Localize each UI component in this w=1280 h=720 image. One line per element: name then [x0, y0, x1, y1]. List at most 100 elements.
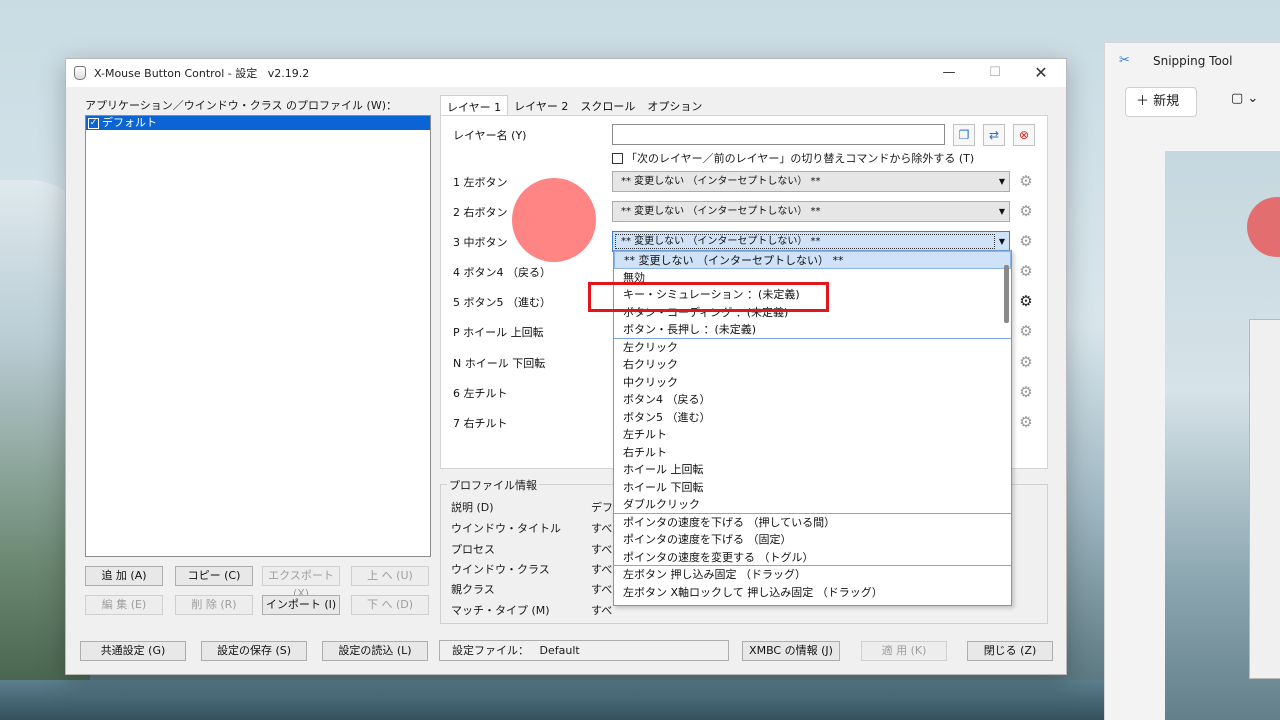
mouse-icon: [74, 66, 86, 80]
info-value-window-class: すべ: [591, 563, 613, 576]
dropdown-item[interactable]: 中クリック: [614, 374, 1011, 392]
checkbox-icon[interactable]: ✓: [88, 117, 99, 129]
edit-button[interactable]: 編 集 (E): [85, 595, 163, 615]
info-value-parent-class: すべ: [591, 583, 613, 596]
right-button-label: 2 右ボタン: [453, 206, 508, 219]
info-label-parent-class: 親クラス: [451, 583, 495, 596]
import-button[interactable]: インポート (I): [262, 595, 340, 615]
dropdown-item[interactable]: ホイール 下回転: [614, 479, 1011, 497]
exclude-layer-checkbox[interactable]: 「次のレイヤー／前のレイヤー」の切り替えコマンドから除外する (T): [612, 150, 974, 166]
close-button[interactable]: 閉じる (Z): [967, 641, 1053, 661]
layer-name-input[interactable]: [612, 124, 945, 145]
apply-button[interactable]: 適 用 (K): [861, 641, 947, 661]
gear-icon[interactable]: ⚙: [1017, 202, 1035, 220]
copy-layer-icon[interactable]: ❐: [953, 124, 975, 146]
info-label-window-title: ウインドウ・タイトル: [451, 522, 561, 535]
new-snip-button[interactable]: ＋ 新規: [1125, 87, 1197, 117]
dropdown-item[interactable]: ボタン・長押し ：(未定義): [614, 321, 1011, 339]
info-label-description: 説明 (D): [451, 501, 494, 514]
middle-button-label: 3 中ボタン: [453, 236, 508, 249]
profile-list[interactable]: ✓ デフォルト: [85, 115, 431, 557]
dropdown-scrollbar[interactable]: [1004, 265, 1009, 323]
clear-layer-icon[interactable]: ⊗: [1013, 124, 1035, 146]
dropdown-item[interactable]: ボタン5 （進む）: [614, 409, 1011, 427]
save-settings-button[interactable]: 設定の保存 (S): [201, 641, 307, 661]
chevron-down-icon: ▼: [998, 207, 1005, 216]
profile-label: デフォルト: [102, 116, 157, 129]
info-value-process: すべ: [591, 543, 613, 556]
dropdown-item[interactable]: ポインタの速度を変更する （トグル）: [614, 549, 1011, 566]
tab-layer1[interactable]: レイヤー 1: [440, 95, 509, 115]
focus-rect: [615, 234, 995, 249]
add-button[interactable]: 追 加 (A): [85, 566, 163, 586]
maximize-button[interactable]: ☐: [972, 63, 1018, 85]
dropdown-item[interactable]: ** 変更しない （インターセプトしない） **: [614, 251, 1011, 269]
exclude-layer-label: 「次のレイヤー／前のレイヤー」の切り替えコマンドから除外する (T): [626, 152, 975, 165]
left-button-combo[interactable]: ** 変更しない （インターセプトしない） ** ▼: [612, 171, 1010, 192]
delete-button[interactable]: 削 除 (R): [175, 595, 253, 615]
export-button[interactable]: エクスポート (X): [262, 566, 340, 600]
settings-file-field: 設定ファイル： Default: [439, 640, 729, 661]
tab-scroll[interactable]: スクロール: [574, 95, 641, 115]
dropdown-item[interactable]: 左ボタン X軸ロックして 押し込み固定 （ドラッグ）: [614, 584, 1011, 602]
common-settings-button[interactable]: 共通設定 (G): [80, 641, 186, 661]
checkbox-box[interactable]: [612, 152, 623, 164]
close-window-button[interactable]: ✕: [1018, 63, 1064, 85]
dropdown-item[interactable]: 左ボタン 押し込み固定 （ドラッグ）: [614, 566, 1011, 584]
dropdown-item[interactable]: 左クリック: [614, 339, 1011, 357]
button5-label: 5 ボタン5 （進む）: [453, 296, 551, 309]
tab-options[interactable]: オプション: [641, 95, 708, 115]
move-up-button[interactable]: 上 へ (U): [351, 566, 429, 586]
copy-button[interactable]: コピー (C): [175, 566, 253, 586]
window-title: X-Mouse Button Control - 設定 v2.19.2: [94, 65, 309, 81]
middle-button-combo[interactable]: ** 変更しない （インターセプトしない） ** ▼: [612, 231, 1010, 252]
window-title-text: X-Mouse Button Control - 設定: [94, 67, 258, 80]
gear-icon[interactable]: ⚙: [1017, 353, 1035, 371]
move-down-button[interactable]: 下 へ (D): [351, 595, 429, 615]
chevron-down-icon: ▼: [998, 177, 1005, 186]
tilt-right-label: 7 右チルト: [453, 417, 508, 430]
info-value-window-title: すべ: [591, 522, 613, 535]
snip-mode-dropdown[interactable]: ▢ ⌄: [1231, 91, 1258, 106]
right-button-value: ** 変更しない （インターセプトしない） **: [621, 206, 821, 217]
info-label-match-type: マッチ・タイプ (M): [451, 604, 550, 617]
settings-file-label: 設定ファイル：: [452, 644, 529, 657]
gear-icon[interactable]: ⚙: [1017, 262, 1035, 280]
swap-layer-icon[interactable]: ⇄: [983, 124, 1005, 146]
gear-icon[interactable]: ⚙: [1017, 413, 1035, 431]
dropdown-item[interactable]: ポインタの速度を下げる （押している間）: [614, 514, 1011, 532]
cursor-highlight: [512, 178, 596, 262]
snip-preview-window: [1249, 319, 1280, 679]
dropdown-item[interactable]: 右クリック: [614, 356, 1011, 374]
minimize-button[interactable]: —: [926, 63, 972, 85]
profile-info-legend: プロファイル情報: [447, 477, 539, 493]
gear-icon[interactable]: ⚙: [1017, 322, 1035, 340]
title-bar[interactable]: X-Mouse Button Control - 設定 v2.19.2 — ☐ …: [66, 59, 1066, 87]
about-button[interactable]: XMBC の情報 (J): [742, 641, 840, 661]
dropdown-item[interactable]: 左チルト: [614, 426, 1011, 444]
scissors-icon: ✂: [1119, 53, 1130, 68]
tab-layer2[interactable]: レイヤー 2: [508, 95, 574, 115]
wheel-down-label: N ホイール 下回転: [453, 357, 546, 370]
dropdown-item[interactable]: ホイール 上回転: [614, 461, 1011, 479]
info-value-description: デフ: [591, 501, 613, 514]
list-item[interactable]: ✓ デフォルト: [86, 116, 430, 130]
dropdown-item[interactable]: ダブルクリック: [614, 496, 1011, 514]
info-value-match-type: すべ: [591, 604, 613, 617]
gear-icon[interactable]: ⚙: [1017, 172, 1035, 190]
gear-icon[interactable]: ⚙: [1017, 292, 1035, 310]
gear-icon[interactable]: ⚙: [1017, 383, 1035, 401]
button4-label: 4 ボタン4 （戻る）: [453, 266, 551, 279]
load-settings-button[interactable]: 設定の読込 (L): [322, 641, 428, 661]
dropdown-item[interactable]: ポインタの速度を下げる （固定）: [614, 531, 1011, 549]
window-version: v2.19.2: [267, 67, 310, 80]
info-label-process: プロセス: [451, 543, 495, 556]
tilt-left-label: 6 左チルト: [453, 387, 508, 400]
right-button-combo[interactable]: ** 変更しない （インターセプトしない） ** ▼: [612, 201, 1010, 222]
tab-strip: レイヤー 1 レイヤー 2 スクロール オプション: [440, 95, 708, 115]
snipping-tool-window[interactable]: ✂ Snipping Tool ＋ 新規 ▢ ⌄: [1104, 42, 1280, 720]
dropdown-item[interactable]: 右チルト: [614, 444, 1011, 462]
dropdown-item[interactable]: ボタン4 （戻る）: [614, 391, 1011, 409]
gear-icon[interactable]: ⚙: [1017, 232, 1035, 250]
snipping-tool-title: Snipping Tool: [1153, 54, 1233, 68]
